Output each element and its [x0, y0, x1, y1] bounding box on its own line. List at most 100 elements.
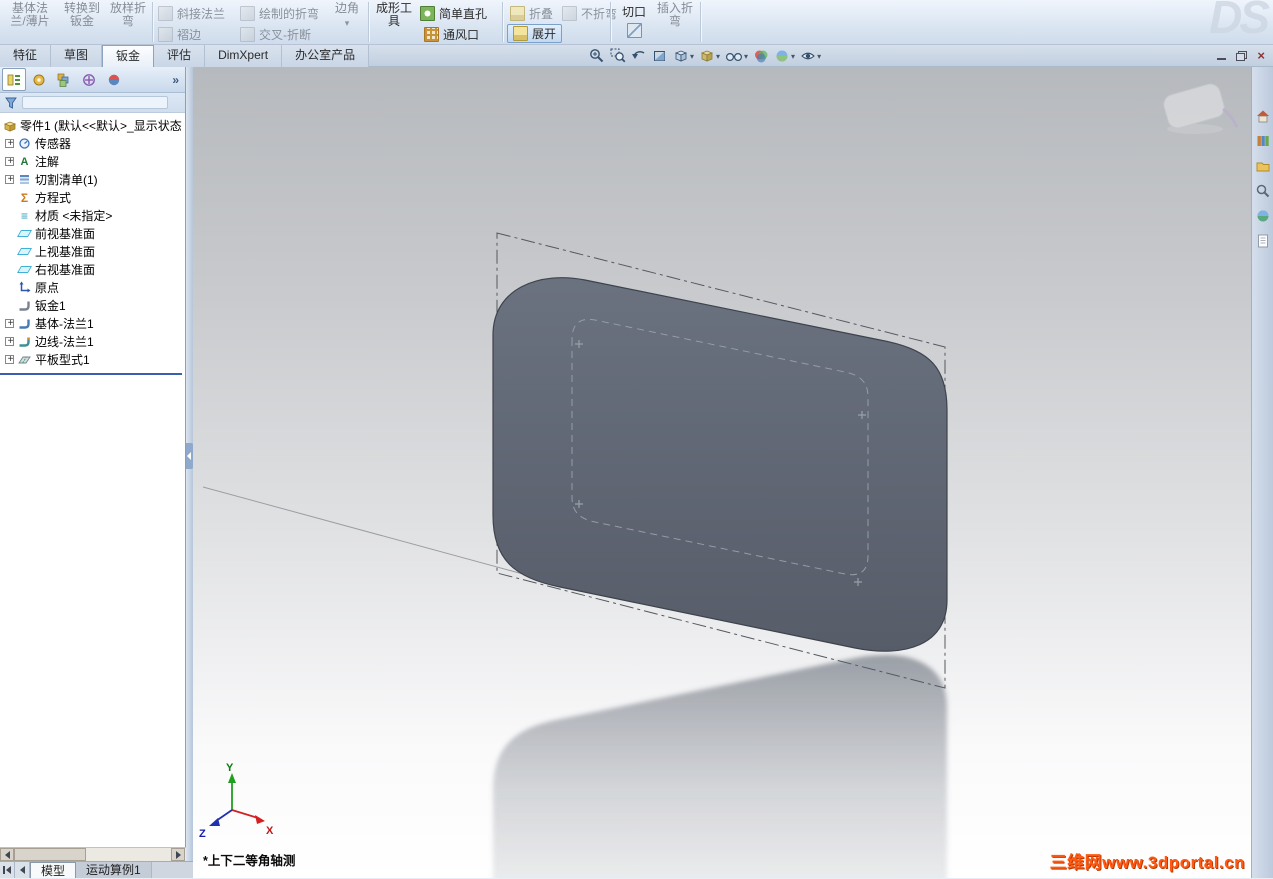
tree-item-label: 切割清单(1) [35, 173, 98, 187]
edit-appearance-icon[interactable] [752, 47, 770, 65]
chevron-down-icon: ▾ [744, 51, 749, 61]
file-explorer-icon[interactable] [1254, 157, 1272, 175]
rollback-bar[interactable] [0, 373, 182, 375]
vent-button[interactable]: 通风口 [424, 25, 479, 44]
tree-filter-row [0, 93, 185, 113]
rip-button[interactable]: 切口 [614, 0, 654, 44]
simple-hole-button[interactable]: 简单直孔 [420, 4, 487, 23]
tree-item-material[interactable]: ≡ 材质 <未指定> [2, 207, 184, 224]
scroll-left-button[interactable] [0, 848, 14, 861]
tree-item-equations[interactable]: Σ 方程式 [2, 189, 184, 206]
feature-manager-tab[interactable] [2, 68, 26, 91]
tree-item-flat-pattern1[interactable]: 平板型式1 [2, 351, 184, 368]
cross-break-button[interactable]: 交叉-折断 [240, 25, 311, 44]
tree-item-top-plane[interactable]: 上视基准面 [2, 243, 184, 260]
edge-flange-icon [17, 335, 32, 349]
tree-item-edge-flange1[interactable]: 边线-法兰1 [2, 333, 184, 350]
tab-motion-study[interactable]: 运动算例1 [76, 862, 152, 878]
tab-features[interactable]: 特征 [0, 45, 52, 67]
sketched-bend-button[interactable]: 绘制的折弯 [240, 4, 319, 23]
scrollbar-thumb[interactable] [14, 848, 86, 861]
tab-evaluate[interactable]: 评估 [154, 45, 206, 67]
convert-to-sheet-metal-button[interactable]: 转换到 钣金 [58, 0, 106, 44]
tree-item-label: 方程式 [35, 191, 72, 205]
expand-toggle[interactable] [5, 173, 15, 186]
lofted-bend-button[interactable]: 放样折 弯 [104, 0, 152, 44]
filter-input[interactable] [22, 96, 168, 109]
tree-item-annotations[interactable]: A 注解 [2, 153, 184, 170]
tab-scroll-left-button[interactable] [15, 862, 30, 878]
document-window-controls: × [1217, 49, 1265, 63]
filter-funnel-icon[interactable] [4, 96, 18, 110]
section-view-icon[interactable] [651, 47, 669, 65]
tab-scroll-first-button[interactable] [0, 862, 15, 878]
tab-sheet-metal[interactable]: 钣金 [102, 45, 155, 67]
zoom-area-icon[interactable] [609, 47, 627, 65]
tree-item-front-plane[interactable]: 前视基准面 [2, 225, 184, 242]
zoom-fit-icon[interactable] [588, 47, 606, 65]
tree-item-cut-list[interactable]: 切割清单(1) [2, 171, 184, 188]
base-flange-button[interactable]: 基体法 兰/薄片 [6, 0, 54, 44]
expand-toggle[interactable] [5, 353, 15, 366]
no-bends-button[interactable]: 不折弯 [562, 4, 617, 23]
minimize-button[interactable] [1217, 57, 1227, 60]
custom-properties-icon[interactable] [1254, 232, 1272, 250]
display-manager-tab[interactable] [102, 68, 126, 91]
tree-item-label: 零件1 (默认<<默认>_显示状态 [20, 119, 182, 133]
expand-toggle[interactable] [5, 335, 15, 348]
hide-show-items-icon[interactable]: ▾ [724, 47, 749, 65]
plane-icon [16, 227, 33, 241]
panel-collapse-handle[interactable] [186, 443, 193, 469]
property-manager-tab[interactable] [27, 68, 51, 91]
tree-item-label: 钣金1 [35, 299, 66, 313]
display-style-icon[interactable]: ▾ [698, 47, 721, 65]
view-settings-icon[interactable]: ▾ [799, 47, 822, 65]
tree-item-base-flange1[interactable]: 基体-法兰1 [2, 315, 184, 332]
hem-button[interactable]: 褶边 [158, 25, 201, 44]
design-library-icon[interactable] [1254, 132, 1272, 150]
miter-flange-button[interactable]: 斜接法兰 [158, 4, 225, 23]
equations-icon: Σ [20, 190, 29, 205]
insert-bends-button[interactable]: 插入折 弯 [652, 0, 698, 44]
restore-button[interactable] [1236, 51, 1248, 61]
expand-toggle[interactable] [5, 137, 15, 150]
view-orientation-icon[interactable]: ▾ [672, 47, 695, 65]
graphics-viewport[interactable]: Y X Z *上下二等角轴测 三维网www.3dportal.cn [193, 67, 1251, 878]
apply-scene-icon[interactable]: ▾ [773, 47, 796, 65]
triad-x-label: X [266, 825, 274, 837]
configuration-manager-tab[interactable] [52, 68, 76, 91]
tree-root-part[interactable]: 零件1 (默认<<默认>_显示状态 [2, 117, 184, 134]
panel-overflow-chevron[interactable] [172, 73, 183, 87]
tab-office-products[interactable]: 办公室产品 [282, 45, 370, 67]
triad-y-label: Y [226, 762, 234, 774]
corner-dropdown-button[interactable]: 边角 ▾ [328, 0, 366, 44]
close-button[interactable]: × [1257, 49, 1265, 63]
tree-item-label: 上视基准面 [35, 245, 96, 259]
orientation-triad: Y X Z [199, 762, 274, 840]
dimxpert-manager-tab[interactable] [77, 68, 101, 91]
tab-sketch[interactable]: 草图 [51, 45, 103, 67]
home-icon[interactable] [1254, 107, 1272, 125]
tab-dimxpert[interactable]: DimXpert [205, 45, 283, 67]
search-icon[interactable] [1254, 182, 1272, 200]
chevron-down-icon: ▾ [817, 51, 822, 61]
part-icon [2, 119, 17, 133]
tree-item-origin[interactable]: 原点 [2, 279, 184, 296]
scroll-right-button[interactable] [171, 848, 185, 861]
tab-model[interactable]: 模型 [30, 862, 77, 878]
forming-tool-button[interactable]: 成形工 具 [372, 0, 416, 44]
flatten-toggle-button[interactable]: 展开 [507, 24, 563, 43]
tree-item-sensors[interactable]: 传感器 [2, 135, 184, 152]
fold-button[interactable]: 折叠 [510, 4, 553, 23]
tree-item-sheet-metal1[interactable]: 钣金1 [2, 297, 184, 314]
sheet-metal-part-face[interactable] [492, 277, 948, 652]
appearances-icon[interactable] [1254, 207, 1272, 225]
tree-item-right-plane[interactable]: 右视基准面 [2, 261, 184, 278]
horizontal-scrollbar[interactable] [0, 847, 186, 861]
expand-toggle[interactable] [5, 155, 15, 168]
previous-view-icon[interactable] [630, 47, 648, 65]
panel-splitter[interactable] [186, 67, 193, 878]
sketched-bend-icon [240, 6, 255, 21]
expand-toggle[interactable] [5, 317, 15, 330]
ribbon-separator [700, 2, 701, 42]
